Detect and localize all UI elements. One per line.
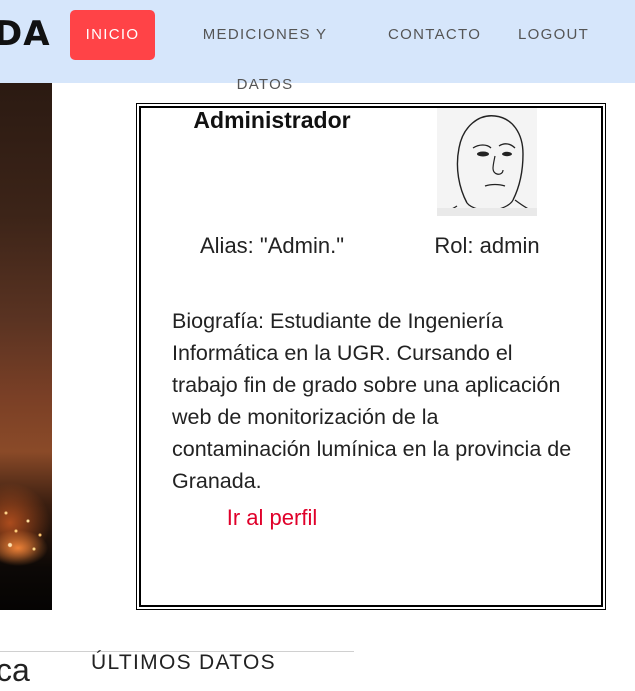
avatar: [437, 108, 537, 216]
profile-role: Rol: admin: [434, 233, 540, 258]
profile-biography: Biografía: Estudiante de Ingeniería Info…: [172, 309, 572, 493]
nav-inicio[interactable]: INICIO: [70, 10, 155, 60]
go-to-profile-link[interactable]: Ir al perfil: [172, 505, 372, 531]
hero-night-city-image: [0, 83, 52, 610]
top-navbar: DA INICIO MEDICIONES Y DATOS CONTACTO LO…: [0, 0, 635, 93]
profile-name: Administrador: [193, 107, 351, 133]
city-lights-decoration: [0, 483, 52, 563]
wojak-face-icon: [437, 108, 537, 216]
section-heading-fragment: ca: [0, 652, 30, 688]
profile-alias: Alias: "Admin.": [200, 233, 344, 258]
brand-logo[interactable]: DA: [0, 14, 51, 54]
nav-logout[interactable]: LOGOUT: [518, 10, 588, 60]
latest-data-heading: ÚLTIMOS DATOS: [91, 651, 276, 674]
nav-mediciones-y-datos[interactable]: MEDICIONES Y DATOS: [180, 10, 350, 93]
nav-contacto[interactable]: CONTACTO: [388, 10, 480, 60]
